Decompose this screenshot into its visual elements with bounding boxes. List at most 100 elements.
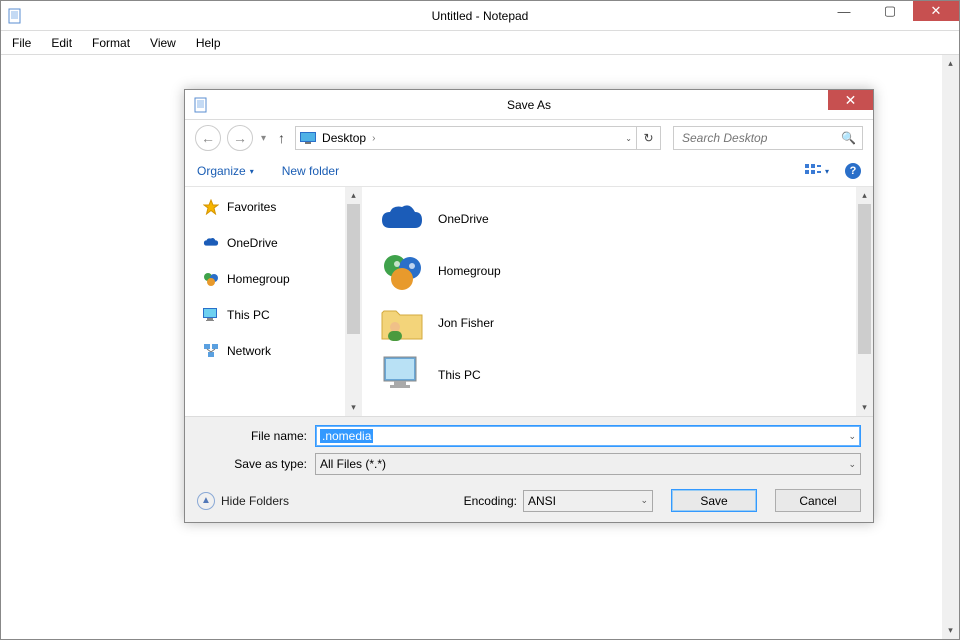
dropdown-icon[interactable]: ⌄	[640, 495, 648, 506]
nav-pane-scrollbar[interactable]: ▴ ▾	[345, 187, 362, 416]
save-as-type-label: Save as type:	[197, 457, 307, 471]
file-item-onedrive[interactable]: OneDrive	[362, 193, 856, 245]
recent-locations-button[interactable]: ▾	[259, 133, 268, 144]
save-as-type-select[interactable]: All Files (*.*) ⌄	[315, 453, 861, 475]
scrollbar-thumb[interactable]	[347, 204, 360, 334]
desktop-icon	[300, 132, 316, 144]
sidebar-item-label: Favorites	[227, 200, 276, 214]
save-button[interactable]: Save	[671, 489, 757, 512]
text-area[interactable]: ▴ ▾ Save As ✕ ← → ▾ ↑	[1, 55, 959, 639]
refresh-button[interactable]: ↻	[637, 126, 661, 150]
menu-bar: File Edit Format View Help	[1, 31, 959, 55]
organize-button[interactable]: Organize ▾	[197, 164, 254, 178]
file-item-label: This PC	[438, 368, 481, 382]
network-icon	[203, 343, 219, 359]
file-item-homegroup[interactable]: Homegroup	[362, 245, 856, 297]
file-list[interactable]: OneDrive Homegroup Jon Fisher	[362, 187, 856, 416]
view-options-button[interactable]: ▾	[805, 164, 829, 178]
dialog-notepad-icon	[193, 97, 209, 113]
close-button[interactable]: ✕	[913, 1, 959, 21]
dialog-close-button[interactable]: ✕	[828, 90, 873, 110]
onedrive-icon	[380, 197, 424, 241]
cancel-button[interactable]: Cancel	[775, 489, 861, 512]
sidebar-item-network[interactable]: Network	[185, 337, 345, 365]
encoding-label: Encoding:	[464, 494, 517, 508]
toolbar: Organize ▾ New folder ▾ ?	[185, 156, 873, 186]
filename-input[interactable]: .nomedia ⌄	[315, 425, 861, 447]
nav-back-button[interactable]: ←	[195, 125, 221, 151]
encoding-select[interactable]: ANSI ⌄	[523, 490, 653, 512]
file-item-label: Jon Fisher	[438, 316, 494, 330]
text-scrollbar[interactable]: ▴ ▾	[942, 55, 959, 639]
sidebar-item-this-pc[interactable]: This PC	[185, 301, 345, 329]
menu-file[interactable]: File	[2, 32, 41, 54]
dropdown-icon[interactable]: ⌄	[848, 431, 856, 442]
user-folder-icon	[380, 301, 424, 345]
scroll-up-icon[interactable]: ▴	[942, 55, 959, 72]
help-button[interactable]: ?	[845, 163, 861, 179]
window-titlebar: Untitled - Notepad — ▢ ✕	[1, 1, 959, 31]
scroll-up-icon[interactable]: ▴	[856, 187, 873, 204]
file-item-user-folder[interactable]: Jon Fisher	[362, 297, 856, 349]
new-folder-button[interactable]: New folder	[282, 164, 339, 178]
view-dropdown-icon: ▾	[825, 167, 829, 176]
file-item-label: OneDrive	[438, 212, 489, 226]
breadcrumb-location[interactable]: Desktop	[322, 131, 366, 145]
organize-dropdown-icon: ▾	[250, 167, 254, 176]
onedrive-icon	[203, 235, 219, 251]
homegroup-icon	[203, 271, 219, 287]
address-bar[interactable]: Desktop › ⌄	[295, 126, 637, 150]
breadcrumb-dropdown-icon[interactable]: ⌄	[625, 134, 632, 143]
dropdown-icon[interactable]: ⌄	[848, 459, 856, 470]
scrollbar-thumb[interactable]	[858, 204, 871, 354]
scroll-down-icon[interactable]: ▾	[942, 622, 959, 639]
menu-help[interactable]: Help	[186, 32, 231, 54]
hide-folders-label: Hide Folders	[221, 494, 289, 508]
menu-view[interactable]: View	[140, 32, 186, 54]
this-pc-icon	[380, 353, 424, 397]
homegroup-icon	[380, 249, 424, 293]
star-icon	[203, 199, 219, 215]
hide-folders-button[interactable]: ▲ Hide Folders	[197, 492, 289, 510]
menu-format[interactable]: Format	[82, 32, 140, 54]
filename-value: .nomedia	[320, 429, 373, 443]
scroll-down-icon[interactable]: ▾	[345, 399, 362, 416]
dialog-body: Favorites OneDrive	[185, 186, 873, 417]
sidebar-item-onedrive[interactable]: OneDrive	[185, 229, 345, 257]
nav-up-button[interactable]: ↑	[274, 130, 289, 146]
encoding-value: ANSI	[528, 494, 556, 508]
search-box[interactable]: 🔍	[673, 126, 863, 150]
dialog-bottom-panel: File name: .nomedia ⌄ Save as type: All …	[185, 417, 873, 522]
organize-label: Organize	[197, 164, 246, 178]
filename-label: File name:	[197, 429, 307, 443]
scroll-up-icon[interactable]: ▴	[345, 187, 362, 204]
nav-forward-button[interactable]: →	[227, 125, 253, 151]
save-as-dialog: Save As ✕ ← → ▾ ↑ Desktop › ⌄ ↻ 🔍	[184, 89, 874, 523]
chevron-up-icon: ▲	[197, 492, 215, 510]
nav-row: ← → ▾ ↑ Desktop › ⌄ ↻ 🔍	[185, 120, 873, 156]
search-input[interactable]	[680, 130, 841, 146]
sidebar-item-favorites[interactable]: Favorites	[185, 193, 345, 221]
notepad-icon	[7, 8, 23, 24]
sidebar-item-label: OneDrive	[227, 236, 278, 250]
window-controls: — ▢ ✕	[821, 1, 959, 21]
dialog-title: Save As	[507, 98, 551, 112]
this-pc-icon	[203, 307, 219, 323]
search-icon: 🔍	[841, 131, 856, 145]
sidebar-item-homegroup[interactable]: Homegroup	[185, 265, 345, 293]
view-icon	[805, 164, 821, 178]
file-list-scrollbar[interactable]: ▴ ▾	[856, 187, 873, 416]
maximize-button[interactable]: ▢	[867, 1, 913, 21]
scroll-down-icon[interactable]: ▾	[856, 399, 873, 416]
file-item-label: Homegroup	[438, 264, 501, 278]
minimize-button[interactable]: —	[821, 1, 867, 21]
dialog-titlebar: Save As ✕	[185, 90, 873, 120]
save-as-type-value: All Files (*.*)	[320, 457, 386, 471]
breadcrumb-separator-icon[interactable]: ›	[372, 133, 375, 144]
sidebar-item-label: Homegroup	[227, 272, 290, 286]
window-title: Untitled - Notepad	[432, 9, 529, 23]
file-item-this-pc[interactable]: This PC	[362, 349, 856, 401]
nav-pane: Favorites OneDrive	[185, 187, 345, 416]
menu-edit[interactable]: Edit	[41, 32, 82, 54]
sidebar-item-label: Network	[227, 344, 271, 358]
